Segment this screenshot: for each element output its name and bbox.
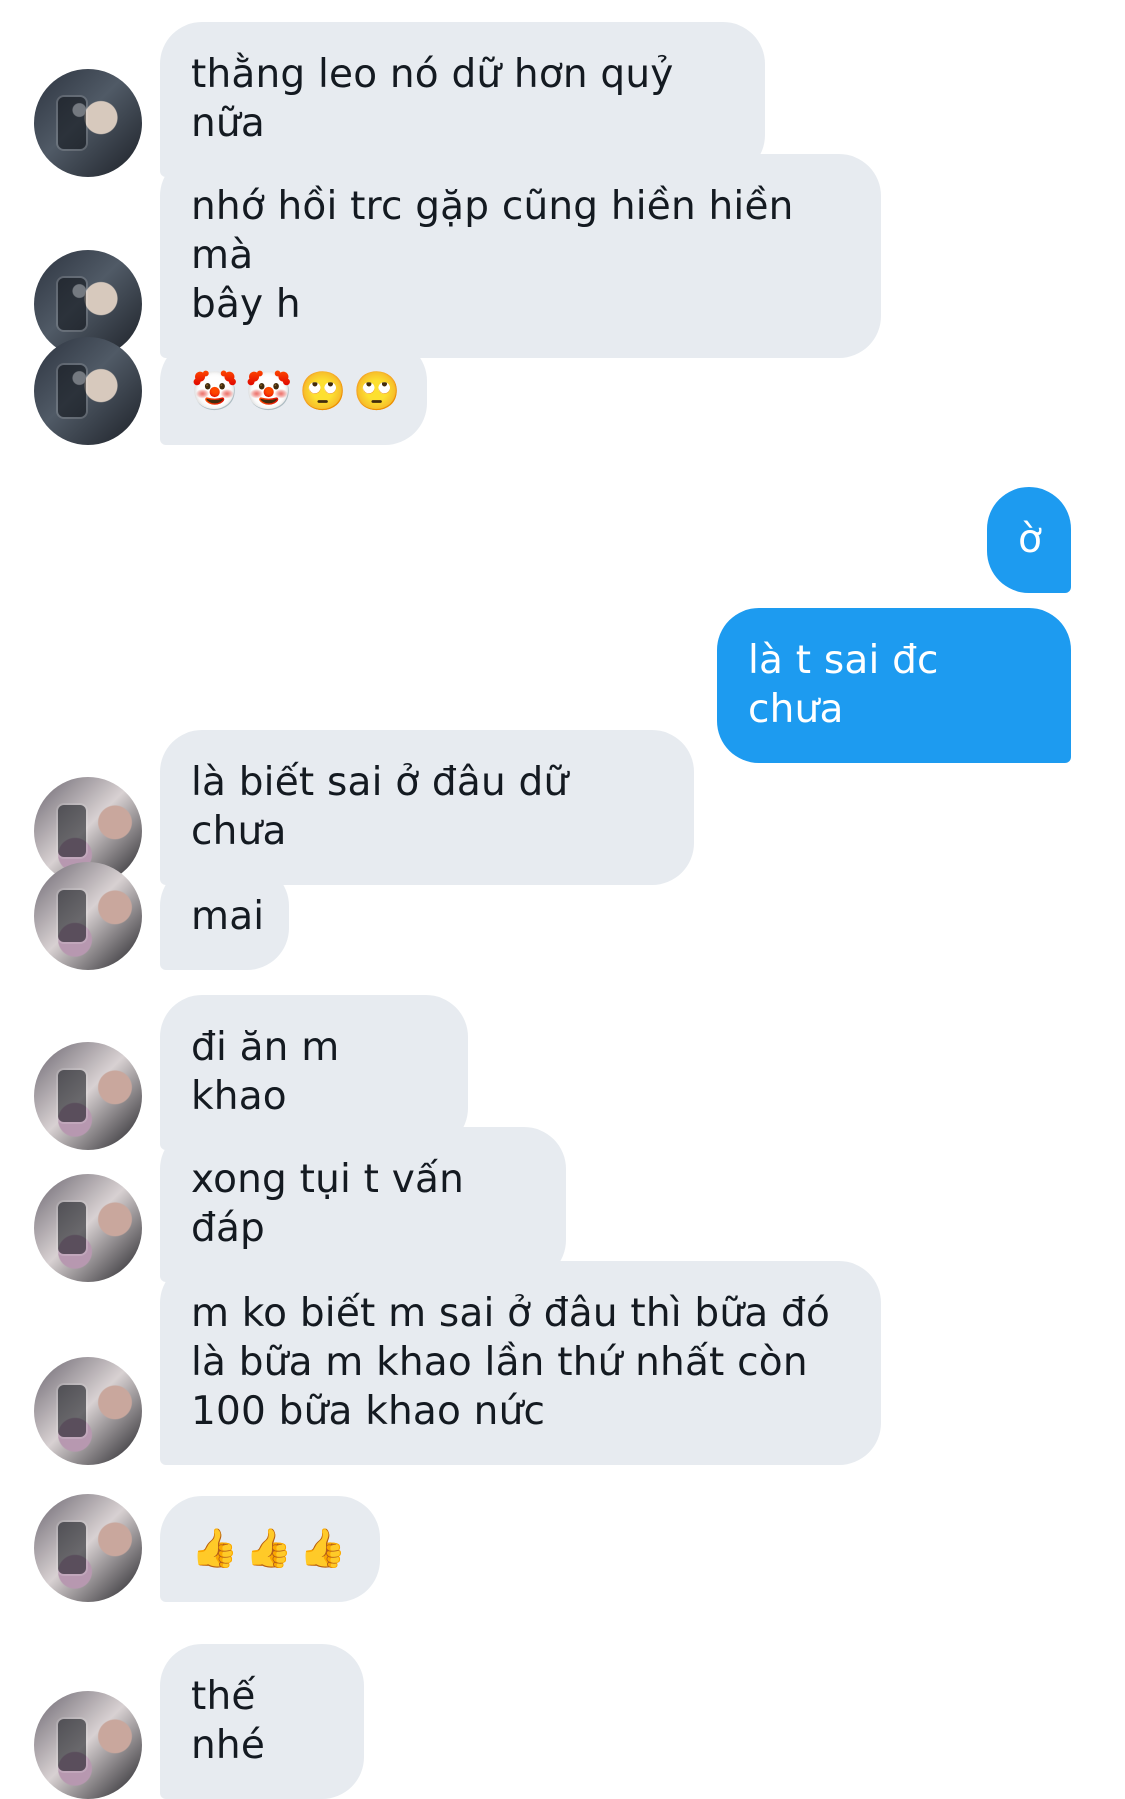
- message-bubble[interactable]: là t sai đc chưa: [717, 608, 1071, 763]
- message-thread: thằng leo nó dữ hơn quỷ nữa nhớ hồi trc …: [0, 0, 1125, 1799]
- message-bubble[interactable]: xong tụi t vấn đáp: [160, 1127, 566, 1282]
- sender-avatar[interactable]: [34, 1494, 142, 1602]
- sender-avatar[interactable]: [34, 862, 142, 970]
- message-incoming[interactable]: thế nhé: [34, 1644, 364, 1799]
- message-incoming[interactable]: m ko biết m sai ở đâu thì bữa đó là bữa …: [34, 1261, 881, 1465]
- message-outgoing[interactable]: ờ: [987, 487, 1071, 593]
- message-bubble[interactable]: ờ: [987, 487, 1071, 593]
- message-bubble[interactable]: m ko biết m sai ở đâu thì bữa đó là bữa …: [160, 1261, 881, 1465]
- message-incoming[interactable]: nhớ hồi trc gặp cũng hiền hiền mà bây h: [34, 154, 881, 358]
- thumbs-up-emoji-icon: 👍: [299, 1526, 347, 1570]
- thumbs-up-emoji-icon: 👍: [191, 1526, 239, 1570]
- message-bubble[interactable]: nhớ hồi trc gặp cũng hiền hiền mà bây h: [160, 154, 881, 358]
- message-bubble[interactable]: mai: [160, 864, 289, 970]
- emoji-message-bubble[interactable]: 👍 👍 👍: [160, 1496, 380, 1602]
- eye-roll-emoji-icon: 🙄: [299, 369, 347, 413]
- emoji-message-bubble[interactable]: 🤡 🤡 🙄 🙄: [160, 339, 427, 445]
- message-bubble[interactable]: thế nhé: [160, 1644, 364, 1799]
- message-incoming[interactable]: mai: [34, 862, 289, 970]
- sender-avatar[interactable]: [34, 1357, 142, 1465]
- eye-roll-emoji-icon: 🙄: [353, 369, 401, 413]
- clown-emoji-icon: 🤡: [191, 369, 239, 413]
- thumbs-up-emoji-icon: 👍: [245, 1526, 293, 1570]
- message-incoming-emoji[interactable]: 👍 👍 👍: [34, 1494, 380, 1602]
- clown-emoji-icon: 🤡: [245, 369, 293, 413]
- message-incoming[interactable]: xong tụi t vấn đáp: [34, 1127, 566, 1282]
- sender-avatar[interactable]: [34, 1691, 142, 1799]
- sender-avatar[interactable]: [34, 337, 142, 445]
- message-outgoing[interactable]: là t sai đc chưa: [717, 608, 1071, 763]
- message-incoming-emoji[interactable]: 🤡 🤡 🙄 🙄: [34, 337, 427, 445]
